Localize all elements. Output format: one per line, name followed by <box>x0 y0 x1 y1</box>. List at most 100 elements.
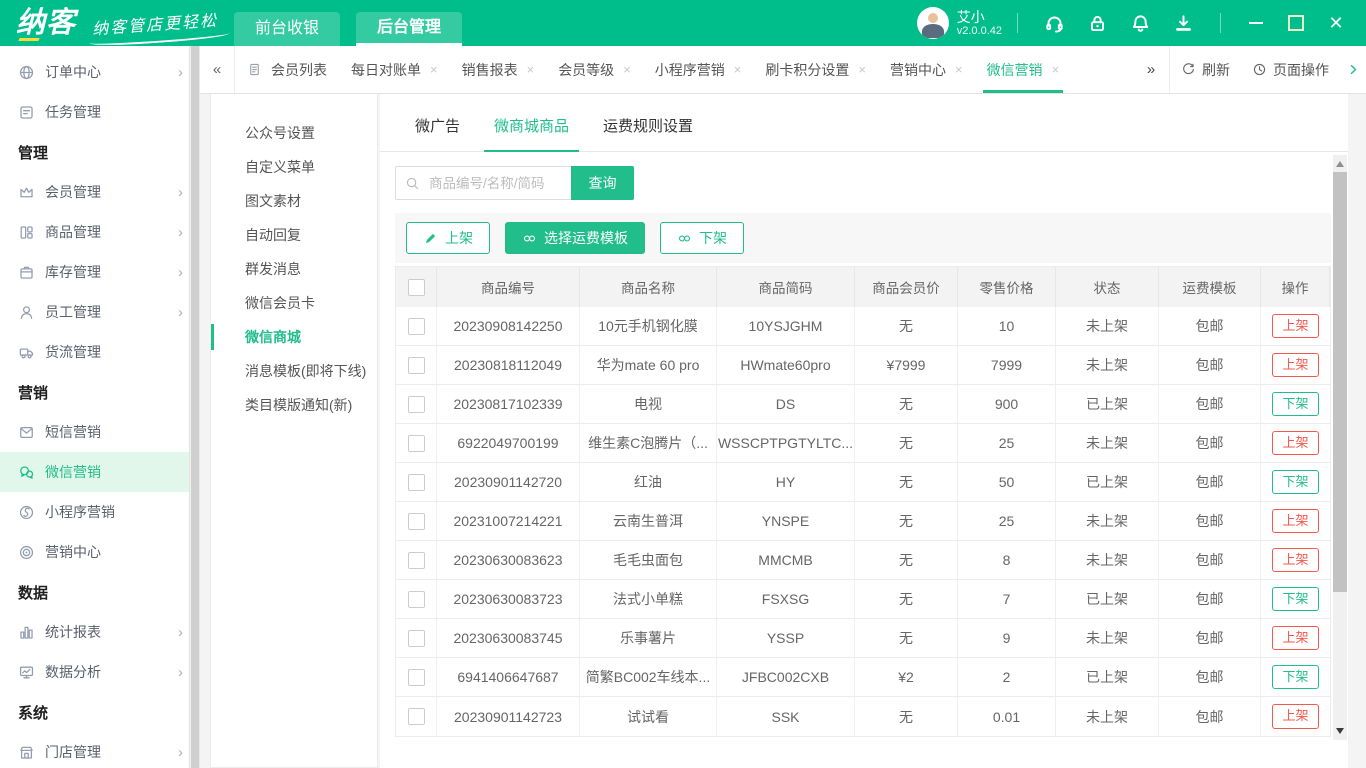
shelf-action-button[interactable]: 上架 <box>1272 704 1318 728</box>
sidebar-item[interactable]: 短信营销 <box>0 412 199 452</box>
close-icon[interactable]: × <box>623 62 631 77</box>
cell-value: ¥7999 <box>887 357 926 373</box>
shelf-action-button[interactable]: 上架 <box>1272 626 1318 650</box>
minimize-button[interactable] <box>1241 8 1271 38</box>
sidebar-item[interactable]: 订单中心› <box>0 52 199 92</box>
avatar[interactable] <box>917 7 949 39</box>
table-cell: 包邮 <box>1159 658 1261 697</box>
row-checkbox[interactable] <box>408 591 425 608</box>
tabstrip-next-button[interactable] <box>1340 46 1366 93</box>
row-checkbox[interactable] <box>408 708 425 725</box>
toolbar-button[interactable]: 上架 <box>406 222 490 254</box>
submenu-item[interactable]: 微信商城 <box>211 320 377 354</box>
bell-icon[interactable] <box>1130 13 1151 34</box>
maximize-button[interactable] <box>1281 8 1311 38</box>
cell-value: 20230908142250 <box>453 318 562 334</box>
shelf-action-button[interactable]: 上架 <box>1272 314 1318 338</box>
content-tab[interactable]: 微广告 <box>415 115 460 151</box>
service-icon[interactable] <box>1044 13 1065 34</box>
user-block: 艾小 v2.0.0.42 <box>957 9 1002 38</box>
workspace-tab-label: 刷卡积分设置 <box>765 60 849 80</box>
sidebar-item[interactable]: 营销中心 <box>0 532 199 572</box>
topbar-tab-cashier[interactable]: 前台收银 <box>234 12 340 46</box>
toolbar-button[interactable]: 下架 <box>660 222 744 254</box>
cell-value: 无 <box>899 433 913 453</box>
expand-tabs-button[interactable]: » <box>1133 46 1170 93</box>
row-checkbox[interactable] <box>408 357 425 374</box>
shelf-action-button[interactable]: 下架 <box>1272 587 1318 611</box>
sidebar-scrollbar[interactable] <box>189 46 199 768</box>
topbar-tab-admin[interactable]: 后台管理 <box>356 12 462 46</box>
shelf-action-button[interactable]: 上架 <box>1272 509 1318 533</box>
submenu-item[interactable]: 类目模版通知(新) <box>211 388 377 422</box>
shelf-action-button[interactable]: 上架 <box>1272 431 1318 455</box>
close-icon[interactable]: × <box>430 62 438 77</box>
row-checkbox[interactable] <box>408 513 425 530</box>
submenu-item[interactable]: 公众号设置 <box>211 116 377 150</box>
cell-value: 云南生普洱 <box>613 511 683 531</box>
table-cell: 6922049700199 <box>437 424 580 463</box>
sidebar-item[interactable]: 任务管理 <box>0 92 199 132</box>
download-icon[interactable] <box>1173 13 1194 34</box>
workspace-tab[interactable]: 刷卡积分设置 × <box>753 46 878 93</box>
submenu-item[interactable]: 消息模板(即将下线) <box>211 354 377 388</box>
workspace-tab[interactable]: 小程序营销× <box>643 46 754 93</box>
close-icon[interactable]: × <box>1052 62 1060 77</box>
select-all-checkbox[interactable] <box>408 279 425 296</box>
submenu-item[interactable]: 图文素材 <box>211 184 377 218</box>
submenu-item[interactable]: 自动回复 <box>211 218 377 252</box>
sidebar-item[interactable]: 员工管理› <box>0 292 199 332</box>
search-button[interactable]: 查询 <box>571 166 634 200</box>
page-operations-button[interactable]: 页面操作 <box>1241 46 1340 93</box>
submenu-item[interactable]: 微信会员卡 <box>211 286 377 320</box>
sidebar-item[interactable]: 小程序营销 <box>0 492 199 532</box>
sidebar-item[interactable]: 商品管理› <box>0 212 199 252</box>
close-button[interactable]: ✕ <box>1321 8 1351 38</box>
sidebar-item[interactable]: 会员管理› <box>0 172 199 212</box>
close-icon[interactable]: × <box>734 62 742 77</box>
row-checkbox[interactable] <box>408 630 425 647</box>
row-checkbox[interactable] <box>408 552 425 569</box>
close-icon[interactable]: × <box>527 62 535 77</box>
sidebar-item[interactable]: 数据分析› <box>0 652 199 692</box>
sidebar-item[interactable]: 货流管理 <box>0 332 199 372</box>
tabstrip-right-group: » 刷新 页面操作 <box>1133 46 1366 93</box>
workspace-tab[interactable]: 营销中心× <box>878 46 975 93</box>
collapse-tabs-button[interactable]: « <box>200 46 235 93</box>
shelf-action-button[interactable]: 下架 <box>1272 392 1318 416</box>
row-checkbox[interactable] <box>408 318 425 335</box>
workspace-tab[interactable]: 会员列表 <box>235 46 339 93</box>
sidebar-item[interactable]: 门店管理› <box>0 732 199 768</box>
row-checkbox[interactable] <box>408 669 425 686</box>
refresh-button[interactable]: 刷新 <box>1170 46 1241 93</box>
row-checkbox[interactable] <box>408 435 425 452</box>
scroll-down-icon[interactable] <box>1336 728 1344 734</box>
workspace-tab[interactable]: 每日对账单× <box>339 46 450 93</box>
row-checkbox[interactable] <box>408 396 425 413</box>
workspace-tab[interactable]: 销售报表× <box>450 46 547 93</box>
shelf-action-button[interactable]: 上架 <box>1272 548 1318 572</box>
lock-icon[interactable] <box>1087 13 1108 34</box>
close-icon[interactable]: × <box>858 62 866 77</box>
content-tab[interactable]: 运费规则设置 <box>603 115 693 151</box>
cell-value: 9 <box>1003 630 1011 646</box>
scroll-up-icon[interactable] <box>1336 161 1344 167</box>
submenu-item[interactable]: 群发消息 <box>211 252 377 286</box>
sidebar-item[interactable]: 库存管理› <box>0 252 199 292</box>
sidebar-item[interactable]: 统计报表› <box>0 612 199 652</box>
submenu-item[interactable]: 自定义菜单 <box>211 150 377 184</box>
shelf-action-button[interactable]: 下架 <box>1272 665 1318 689</box>
content-tab[interactable]: 微商城商品 <box>494 115 569 151</box>
toolbar-button[interactable]: 选择运费模板 <box>505 222 645 254</box>
shelf-action-button[interactable]: 下架 <box>1272 470 1318 494</box>
workspace-tab[interactable]: 微信营销× <box>975 46 1072 93</box>
workspace-tab[interactable]: 会员等级× <box>546 46 643 93</box>
row-checkbox[interactable] <box>408 474 425 491</box>
search-input[interactable] <box>427 175 562 192</box>
close-icon[interactable]: × <box>955 62 963 77</box>
table-scrollbar-thumb[interactable] <box>1333 172 1347 592</box>
table-scrollbar[interactable] <box>1333 155 1347 740</box>
sidebar-item[interactable]: 微信营销 <box>0 452 199 492</box>
shelf-action-button[interactable]: 上架 <box>1272 353 1318 377</box>
sidebar-scrollbar-thumb[interactable] <box>191 46 199 768</box>
